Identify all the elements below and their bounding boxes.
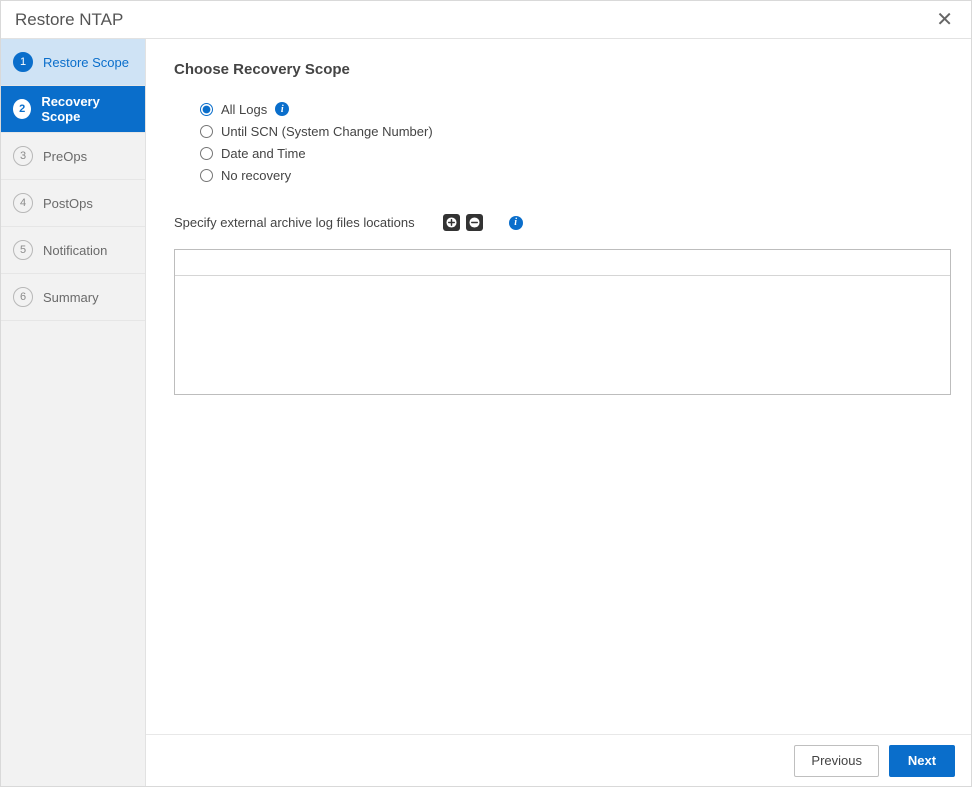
option-label: Date and Time bbox=[221, 146, 306, 161]
step-label: PostOps bbox=[43, 196, 93, 211]
main-panel: Choose Recovery Scope All Logs i Until S… bbox=[146, 39, 971, 786]
radio-all-logs[interactable] bbox=[200, 103, 213, 116]
option-label: No recovery bbox=[221, 168, 291, 183]
plus-icon[interactable] bbox=[443, 214, 460, 231]
step-label: Notification bbox=[43, 243, 107, 258]
step-number: 3 bbox=[13, 146, 33, 166]
restore-dialog: Restore NTAP ✕ 1 Restore Scope 2 Recover… bbox=[0, 0, 972, 787]
info-icon[interactable]: i bbox=[275, 102, 289, 116]
next-button[interactable]: Next bbox=[889, 745, 955, 777]
page-heading: Choose Recovery Scope bbox=[174, 61, 951, 78]
wizard-sidebar: 1 Restore Scope 2 Recovery Scope 3 PreOp… bbox=[1, 39, 146, 786]
radio-date-time[interactable] bbox=[200, 147, 213, 160]
dialog-title: Restore NTAP bbox=[15, 10, 123, 30]
previous-button[interactable]: Previous bbox=[794, 745, 879, 777]
titlebar: Restore NTAP ✕ bbox=[1, 1, 971, 39]
step-label: Restore Scope bbox=[43, 55, 129, 70]
step-notification[interactable]: 5 Notification bbox=[1, 227, 145, 274]
footer: Previous Next bbox=[146, 734, 971, 786]
option-all-logs-row: All Logs i bbox=[200, 98, 951, 120]
minus-icon[interactable] bbox=[466, 214, 483, 231]
step-number: 6 bbox=[13, 287, 33, 307]
step-recovery-scope[interactable]: 2 Recovery Scope bbox=[1, 86, 145, 133]
step-postops[interactable]: 4 PostOps bbox=[1, 180, 145, 227]
radio-until-scn[interactable] bbox=[200, 125, 213, 138]
step-summary[interactable]: 6 Summary bbox=[1, 274, 145, 321]
info-icon[interactable]: i bbox=[509, 216, 523, 230]
archive-location-row[interactable] bbox=[175, 250, 950, 276]
archive-locations-section: Specify external archive log files locat… bbox=[174, 214, 951, 395]
step-label: Summary bbox=[43, 290, 99, 305]
step-label: Recovery Scope bbox=[41, 94, 133, 124]
step-restore-scope[interactable]: 1 Restore Scope bbox=[1, 39, 145, 86]
option-until-scn-row: Until SCN (System Change Number) bbox=[200, 120, 951, 142]
step-number: 1 bbox=[13, 52, 33, 72]
option-label: Until SCN (System Change Number) bbox=[221, 124, 433, 139]
step-number: 4 bbox=[13, 193, 33, 213]
step-number: 5 bbox=[13, 240, 33, 260]
recovery-scope-options: All Logs i Until SCN (System Change Numb… bbox=[200, 98, 951, 186]
option-no-recovery-row: No recovery bbox=[200, 164, 951, 186]
step-number: 2 bbox=[13, 99, 31, 119]
close-icon[interactable]: ✕ bbox=[932, 8, 957, 32]
archive-header: Specify external archive log files locat… bbox=[174, 214, 951, 231]
option-label: All Logs bbox=[221, 102, 267, 117]
content-area: Choose Recovery Scope All Logs i Until S… bbox=[146, 39, 971, 734]
option-date-time-row: Date and Time bbox=[200, 142, 951, 164]
archive-buttons: i bbox=[443, 214, 523, 231]
dialog-body: 1 Restore Scope 2 Recovery Scope 3 PreOp… bbox=[1, 39, 971, 786]
radio-no-recovery[interactable] bbox=[200, 169, 213, 182]
archive-locations-list[interactable] bbox=[174, 249, 951, 395]
archive-label: Specify external archive log files locat… bbox=[174, 215, 415, 230]
step-preops[interactable]: 3 PreOps bbox=[1, 133, 145, 180]
step-label: PreOps bbox=[43, 149, 87, 164]
